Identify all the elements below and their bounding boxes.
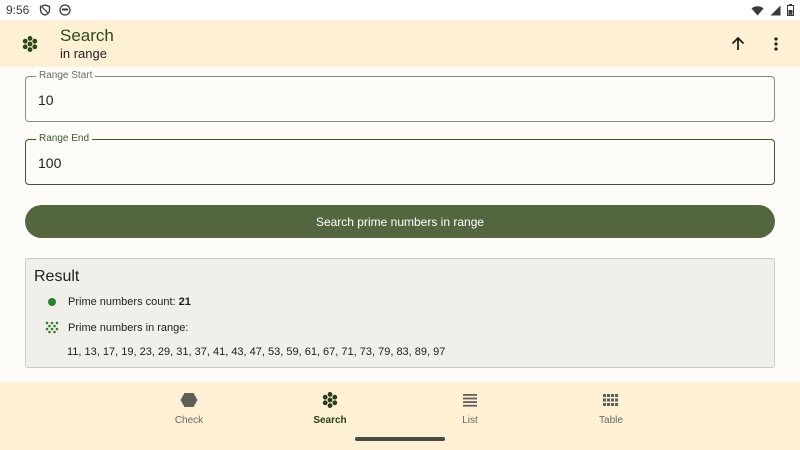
hex-cluster-icon: [322, 392, 338, 408]
wifi-icon: [751, 5, 764, 15]
dot-icon: [48, 298, 56, 306]
range-start-field[interactable]: Range Start 10: [25, 70, 775, 122]
list-icon: [463, 394, 477, 407]
nav-label-table: Table: [599, 415, 623, 426]
range-start-label: Range Start: [36, 70, 96, 82]
app-notification-icon: [59, 4, 72, 16]
range-end-value: 100: [38, 155, 62, 171]
hexagon-icon: [180, 393, 198, 407]
result-card: Result Prime numbers count: 21 Prime num…: [25, 258, 775, 368]
nav-label-search: Search: [313, 415, 347, 426]
status-left-icons: [39, 4, 72, 16]
prime-count-row: Prime numbers count: 21: [44, 296, 191, 308]
battery-icon: [787, 4, 794, 16]
range-start-value: 10: [38, 92, 54, 108]
signal-icon: [770, 5, 781, 15]
overflow-menu-button[interactable]: [764, 32, 788, 56]
nav-label-list: List: [462, 415, 478, 426]
bottom-nav: Check Search List Table: [0, 382, 800, 450]
status-bar: 9:56: [0, 0, 800, 20]
prime-count-value: 21: [178, 296, 191, 308]
app-logo: [0, 35, 60, 53]
shield-icon: [40, 4, 51, 16]
prime-list-row: Prime numbers in range:: [44, 321, 188, 335]
content-area: Range Start 10 Range End 100 Search prim…: [0, 67, 800, 382]
page-subtitle: in range: [60, 45, 107, 61]
status-time: 9:56: [6, 3, 30, 17]
status-right-icons: [751, 4, 794, 16]
search-button[interactable]: Search prime numbers in range: [25, 205, 775, 238]
dot-pattern-icon: [45, 321, 59, 334]
more-vert-icon: [774, 36, 778, 51]
nav-label-check: Check: [174, 415, 204, 426]
nav-item-search[interactable]: Search: [290, 390, 370, 426]
nav-item-table[interactable]: Table: [571, 390, 651, 426]
page-title: Search: [60, 25, 114, 45]
nav-item-check[interactable]: Check: [149, 390, 229, 426]
prime-count-label: Prime numbers count:: [68, 296, 176, 308]
gesture-bar[interactable]: [355, 437, 445, 441]
range-end-label: Range End: [36, 133, 93, 145]
scroll-up-button[interactable]: [726, 32, 750, 56]
grid-icon: [603, 394, 618, 406]
prime-list-label: Prime numbers in range:: [68, 322, 189, 334]
nav-item-list[interactable]: List: [430, 390, 510, 426]
app-actions: [726, 32, 800, 56]
result-title: Result: [34, 268, 80, 285]
app-bar: Search in range: [0, 20, 800, 67]
prime-list-values: 11, 13, 17, 19, 23, 29, 31, 37, 41, 43, …: [67, 346, 446, 358]
hex-cluster-icon: [22, 35, 38, 52]
arrow-up-icon: [731, 36, 745, 50]
title-block: Search in range: [60, 26, 114, 62]
range-end-field[interactable]: Range End 100: [25, 133, 775, 185]
